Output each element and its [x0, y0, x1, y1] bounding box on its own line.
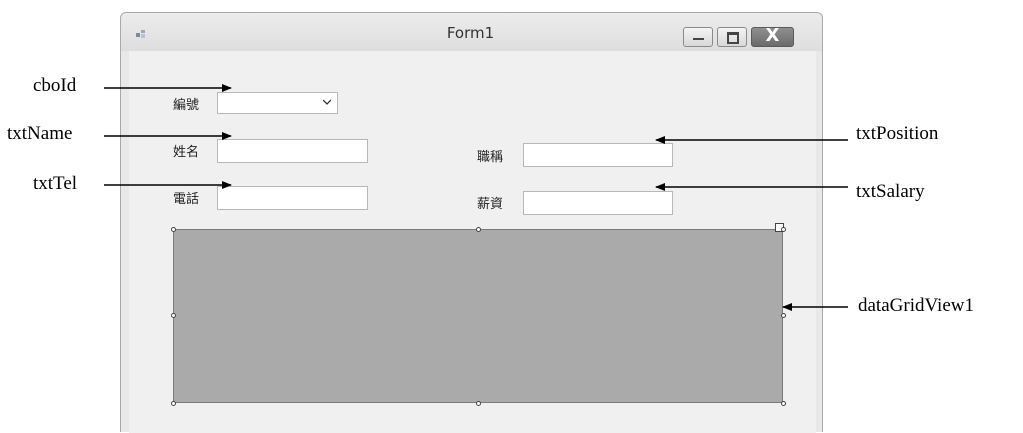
callout-arrows: [104, 84, 848, 311]
